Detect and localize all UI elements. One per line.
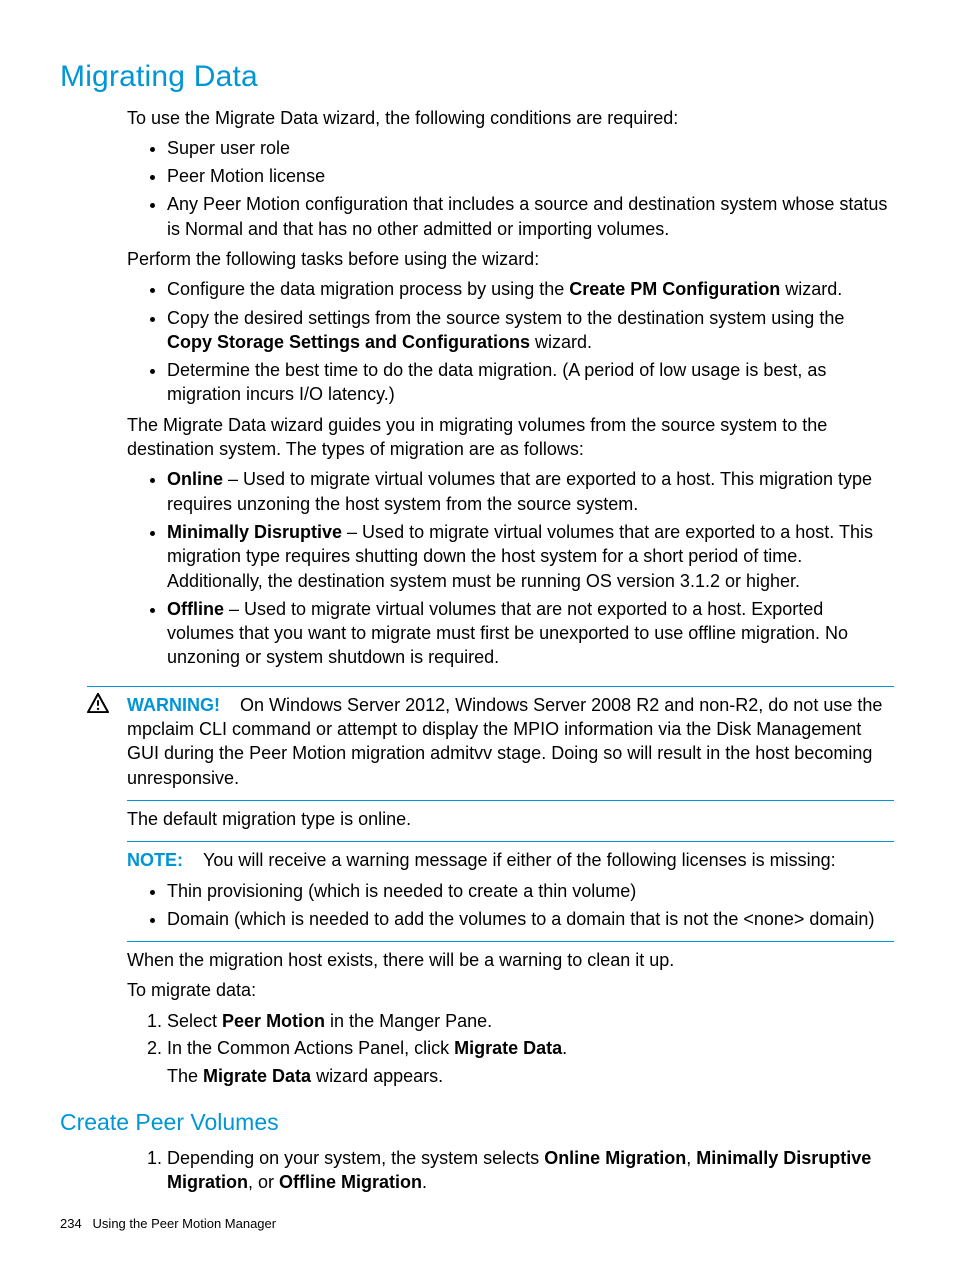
list-item: Offline – Used to migrate virtual volume…: [167, 597, 894, 670]
requirements-list: Super user role Peer Motion license Any …: [127, 136, 894, 241]
note-label: NOTE:: [127, 850, 183, 870]
divider: [127, 841, 894, 842]
list-item: Minimally Disruptive – Used to migrate v…: [167, 520, 894, 593]
warning-label: WARNING!: [127, 695, 220, 715]
default-paragraph: The default migration type is online.: [127, 807, 894, 831]
list-item: Configure the data migration process by …: [167, 277, 894, 301]
perform-paragraph: Perform the following tasks before using…: [127, 247, 894, 271]
divider: [127, 800, 894, 801]
page-footer: 234 Using the Peer Motion Manager: [60, 1215, 276, 1233]
page-number: 234: [60, 1216, 82, 1231]
guide-paragraph: The Migrate Data wizard guides you in mi…: [127, 413, 894, 462]
licenses-list: Thin provisioning (which is needed to cr…: [127, 879, 894, 932]
tasks-list: Configure the data migration process by …: [127, 277, 894, 406]
warning-icon: [87, 693, 127, 719]
note-callout: NOTE: You will receive a warning message…: [127, 848, 894, 872]
intro-paragraph: To use the Migrate Data wizard, the foll…: [127, 106, 894, 130]
list-item: Copy the desired settings from the sourc…: [167, 306, 894, 355]
list-item: In the Common Actions Panel, click Migra…: [167, 1036, 894, 1089]
list-item: Domain (which is needed to add the volum…: [167, 907, 894, 931]
migrate-steps-list: Select Peer Motion in the Manger Pane. I…: [127, 1009, 894, 1089]
to-migrate-paragraph: To migrate data:: [127, 978, 894, 1002]
list-item: Determine the best time to do the data m…: [167, 358, 894, 407]
list-item: Peer Motion license: [167, 164, 894, 188]
divider: [127, 941, 894, 942]
divider: [87, 686, 894, 687]
list-item: Thin provisioning (which is needed to cr…: [167, 879, 894, 903]
warning-text: On Windows Server 2012, Windows Server 2…: [127, 695, 882, 788]
list-item: Select Peer Motion in the Manger Pane.: [167, 1009, 894, 1033]
migration-types-list: Online – Used to migrate virtual volumes…: [127, 467, 894, 669]
list-item: Super user role: [167, 136, 894, 160]
list-item: Any Peer Motion configuration that inclu…: [167, 192, 894, 241]
heading-migrating-data: Migrating Data: [60, 57, 894, 98]
list-item: Online – Used to migrate virtual volumes…: [167, 467, 894, 516]
list-item: Depending on your system, the system sel…: [167, 1146, 894, 1195]
note-text: You will receive a warning message if ei…: [203, 850, 836, 870]
cleanup-paragraph: When the migration host exists, there wi…: [127, 948, 894, 972]
heading-create-peer-volumes: Create Peer Volumes: [60, 1107, 894, 1138]
warning-callout: WARNING! On Windows Server 2012, Windows…: [87, 693, 894, 790]
create-peer-volumes-list: Depending on your system, the system sel…: [127, 1146, 894, 1195]
footer-title: Using the Peer Motion Manager: [93, 1216, 277, 1231]
